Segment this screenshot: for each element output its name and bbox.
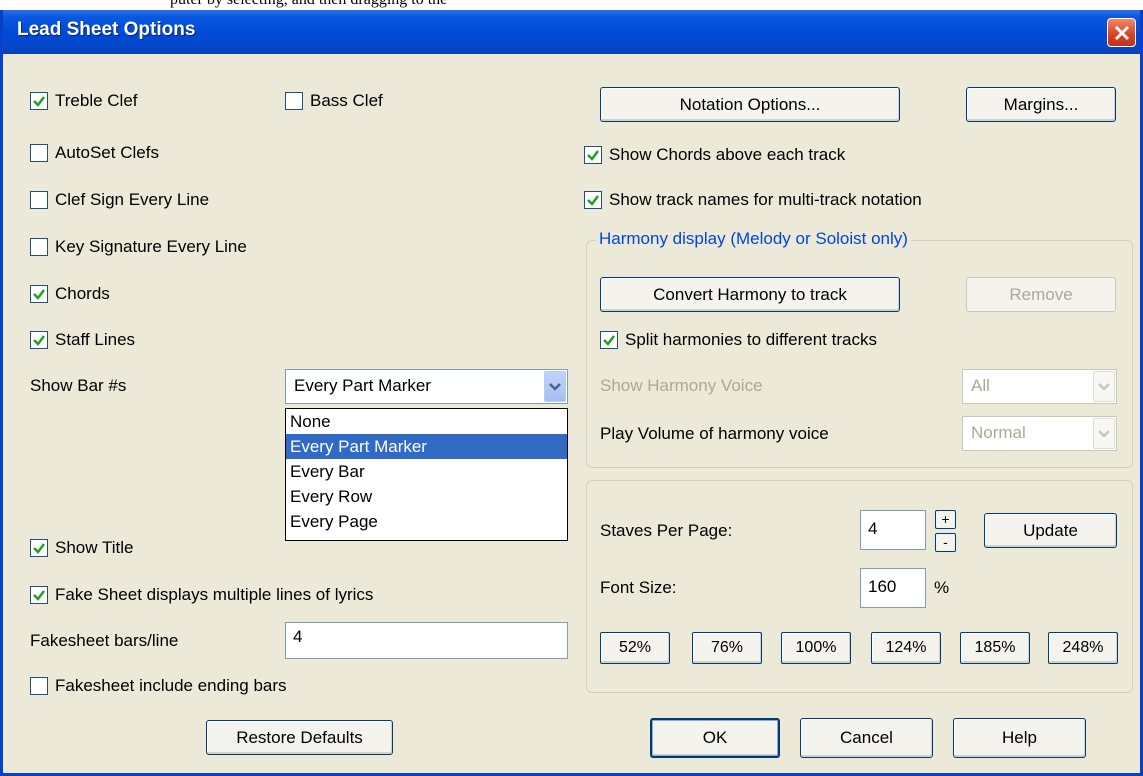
dropdown-arrow-button[interactable] [1093,418,1115,449]
chevron-down-icon [1098,383,1110,391]
bass-clef-checkbox[interactable]: Bass Clef [285,91,383,111]
background-text: puter by selecting, and then dragging to… [170,0,447,9]
show-track-names-label: Show track names for multi-track notatio… [609,190,922,209]
checkbox-box [30,586,48,604]
checkbox-box [584,191,602,209]
treble-clef-label: Treble Clef [55,91,138,110]
show-bar-value: Every Part Marker [294,376,431,395]
close-button[interactable] [1107,18,1136,47]
preset-76-button[interactable]: 76% [692,632,762,664]
staff-lines-checkbox[interactable]: Staff Lines [30,330,135,350]
dropdown-arrow-button[interactable] [1093,371,1115,402]
close-icon [1114,25,1130,41]
show-bar-label: Show Bar #s [30,376,127,395]
play-volume-label: Play Volume of harmony voice [600,424,829,443]
font-size-value: 160 [868,577,897,596]
checkbox-box [30,677,48,695]
key-signature-every-line-checkbox[interactable]: Key Signature Every Line [30,237,247,257]
font-size-input[interactable]: 160 [860,568,926,608]
bass-clef-label: Bass Clef [310,91,383,110]
margins-button[interactable]: Margins... [966,87,1116,122]
clef-sign-every-line-checkbox[interactable]: Clef Sign Every Line [30,190,209,210]
dropdown-arrow-button[interactable] [544,371,566,402]
play-volume-select[interactable]: Normal [962,416,1117,451]
update-button[interactable]: Update [984,513,1117,548]
preset-124-button[interactable]: 124% [871,632,941,664]
preset-248-button[interactable]: 248% [1048,632,1118,664]
percent-label: % [934,578,950,597]
checkbox-box [30,92,48,110]
autoset-clefs-label: AutoSet Clefs [55,143,159,162]
preset-52-button[interactable]: 52% [600,632,670,664]
split-harmonies-checkbox[interactable]: Split harmonies to different tracks [600,330,877,350]
show-harmony-voice-select[interactable]: All [962,369,1117,404]
checkbox-box [30,331,48,349]
notation-options-button[interactable]: Notation Options... [600,87,900,122]
dropdown-option[interactable]: None [286,409,567,434]
title-bar[interactable]: Lead Sheet Options [3,10,1140,54]
key-signature-every-line-label: Key Signature Every Line [55,237,247,256]
restore-defaults-button[interactable]: Restore Defaults [206,720,393,755]
show-chords-checkbox[interactable]: Show Chords above each track [584,145,845,165]
chords-checkbox[interactable]: Chords [30,284,110,304]
convert-harmony-button[interactable]: Convert Harmony to track [600,277,900,312]
chords-label: Chords [55,284,110,303]
fake-sheet-lyrics-label: Fake Sheet displays multiple lines of ly… [55,585,374,604]
checkbox-box [600,331,618,349]
dropdown-option[interactable]: Every Bar [286,459,567,484]
staves-per-page-label: Staves Per Page: [600,521,733,540]
play-volume-value: Normal [971,423,1026,442]
help-button[interactable]: Help [953,718,1086,758]
increment-button[interactable]: + [935,510,956,529]
preset-100-button[interactable]: 100% [781,632,851,664]
dialog-title: Lead Sheet Options [17,19,196,40]
dropdown-option[interactable]: Every Page [286,509,567,534]
fakesheet-ending-label: Fakesheet include ending bars [55,676,287,695]
clef-sign-every-line-label: Clef Sign Every Line [55,190,210,209]
checkbox-box [30,238,48,256]
show-bar-dropdown-list: None Every Part Marker Every Bar Every R… [285,408,568,541]
ok-button[interactable]: OK [650,718,780,758]
treble-clef-checkbox[interactable]: Treble Clef [30,91,138,111]
autoset-clefs-checkbox[interactable]: AutoSet Clefs [30,143,159,163]
dropdown-option-selected[interactable]: Every Part Marker [286,434,567,459]
fakesheet-bars-value: 4 [293,627,303,646]
staff-lines-label: Staff Lines [55,330,136,349]
staves-per-page-value: 4 [868,519,878,538]
checkbox-box [30,144,48,162]
show-harmony-voice-label: Show Harmony Voice [600,376,763,395]
checkbox-box [30,285,48,303]
chevron-down-icon [549,383,561,391]
show-chords-label: Show Chords above each track [609,145,846,164]
show-bar-select[interactable]: Every Part Marker [285,369,568,404]
remove-button[interactable]: Remove [966,277,1116,312]
chevron-down-icon [1098,430,1110,438]
fakesheet-bars-label: Fakesheet bars/line [30,631,179,650]
cancel-button[interactable]: Cancel [800,718,933,758]
checkbox-box [584,146,602,164]
staves-per-page-input[interactable]: 4 [860,510,926,550]
fakesheet-bars-input[interactable]: 4 [285,622,568,659]
show-title-checkbox[interactable]: Show Title [30,538,133,558]
decrement-button[interactable]: - [935,533,956,552]
dropdown-option[interactable]: Every Row [286,484,567,509]
harmony-group-title: Harmony display (Melody or Soloist only) [596,229,911,249]
split-harmonies-label: Split harmonies to different tracks [625,330,877,349]
font-size-label: Font Size: [600,578,677,597]
preset-185-button[interactable]: 185% [960,632,1030,664]
checkbox-box [30,539,48,557]
checkbox-box [30,191,48,209]
fakesheet-ending-checkbox[interactable]: Fakesheet include ending bars [30,676,287,696]
checkbox-box [285,92,303,110]
show-harmony-voice-value: All [971,376,990,395]
show-title-label: Show Title [55,538,134,557]
fake-sheet-lyrics-checkbox[interactable]: Fake Sheet displays multiple lines of ly… [30,585,373,605]
show-track-names-checkbox[interactable]: Show track names for multi-track notatio… [584,190,922,210]
